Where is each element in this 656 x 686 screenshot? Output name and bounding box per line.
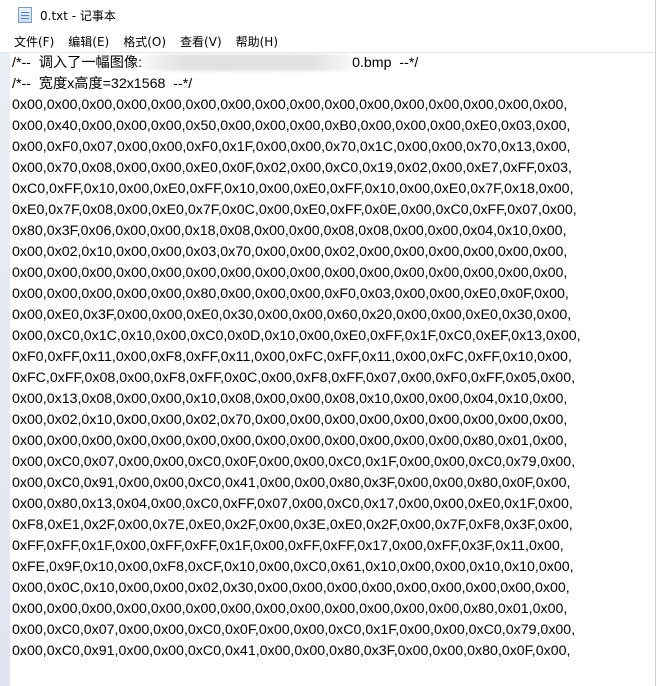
hex-data-line: 0xFC,0xFF,0x08,0x00,0xF8,0xFF,0x0C,0x00,… xyxy=(12,370,576,386)
menu-edit[interactable]: 编辑(E) xyxy=(62,31,115,52)
notepad-window: 0.txt - 记事本 文件(F) 编辑(E) 格式(O) 查看(V) 帮助(H… xyxy=(0,0,656,686)
hex-data-line: 0xF0,0xFF,0x11,0x00,0xF8,0xFF,0x11,0x00,… xyxy=(12,349,572,365)
header-suffix: 0.bmp --*/ xyxy=(352,55,419,71)
menu-view[interactable]: 查看(V) xyxy=(174,31,228,52)
hex-data-line: 0x00,0xF0,0x07,0x00,0x00,0xF0,0x1F,0x00,… xyxy=(12,139,571,155)
hex-data-line: 0x00,0xE0,0x3F,0x00,0x00,0xE0,0x30,0x00,… xyxy=(12,307,572,323)
hex-data-line: 0x00,0x00,0x00,0x00,0x00,0x00,0x00,0x00,… xyxy=(12,97,568,113)
text-editor[interactable]: /*-- 调入了一幅图像: 0.bmp --*/ /*-- 宽度x高度=32x15… xyxy=(10,53,656,686)
background-window-strip xyxy=(0,53,10,686)
redacted-path xyxy=(142,53,353,71)
hex-data-line: 0x00,0x00,0x00,0x00,0x00,0x00,0x00,0x00,… xyxy=(12,265,568,281)
hex-data-line: 0x00,0x40,0x00,0x00,0x00,0x50,0x00,0x00,… xyxy=(12,118,571,134)
menu-bar: 文件(F) 编辑(E) 格式(O) 查看(V) 帮助(H) xyxy=(0,30,656,52)
header-prefix: /*-- 调入了一幅图像: xyxy=(12,55,143,71)
menu-format[interactable]: 格式(O) xyxy=(117,31,172,52)
window-title: 0.txt - 记事本 xyxy=(40,8,116,23)
hex-data-line: 0xC0,0xFF,0x10,0x00,0xE0,0xFF,0x10,0x00,… xyxy=(12,181,574,197)
hex-data-line: 0x00,0xC0,0x1C,0x10,0x00,0xC0,0x0D,0x10,… xyxy=(12,328,581,344)
header-line-size: /*-- 宽度x高度=32x1568 --*/ xyxy=(12,76,193,92)
hex-data-line: 0x00,0xC0,0x91,0x00,0x00,0xC0,0x41,0x00,… xyxy=(12,475,571,491)
header-line-image: /*-- 调入了一幅图像: 0.bmp --*/ xyxy=(12,53,418,74)
hex-data-line: 0xE0,0x7F,0x08,0x00,0xE0,0x7F,0x0C,0x00,… xyxy=(12,202,577,218)
hex-data-line: 0xFE,0x9F,0x10,0x00,0xF8,0xCF,0x10,0x00,… xyxy=(12,559,574,575)
title-bar[interactable]: 0.txt - 记事本 xyxy=(0,0,656,30)
hex-data-line: 0x00,0x02,0x10,0x00,0x00,0x03,0x70,0x00,… xyxy=(12,244,568,260)
hex-data-line: 0x00,0x02,0x10,0x00,0x00,0x02,0x70,0x00,… xyxy=(12,412,568,428)
hex-data-line: 0x80,0x3F,0x06,0x00,0x00,0x18,0x08,0x00,… xyxy=(12,223,567,239)
hex-data-line: 0x00,0xC0,0x91,0x00,0x00,0xC0,0x41,0x00,… xyxy=(12,643,571,659)
notepad-icon xyxy=(18,7,32,23)
hex-data-line: 0x00,0x00,0x00,0x00,0x00,0x00,0x00,0x00,… xyxy=(12,433,568,449)
hex-data-line: 0x00,0x00,0x00,0x00,0x00,0x00,0x00,0x00,… xyxy=(12,601,568,617)
hex-data-line: 0x00,0x00,0x00,0x00,0x00,0x80,0x00,0x00,… xyxy=(12,286,569,302)
hex-data-line: 0x00,0x13,0x08,0x00,0x00,0x10,0x08,0x00,… xyxy=(12,391,568,407)
hex-data-line: 0x00,0xC0,0x07,0x00,0x00,0xC0,0x0F,0x00,… xyxy=(12,622,576,638)
hex-data-line: 0x00,0xC0,0x07,0x00,0x00,0xC0,0x0F,0x00,… xyxy=(12,454,576,470)
hex-data-line: 0x00,0x70,0x08,0x00,0x00,0xE0,0x0F,0x02,… xyxy=(12,160,572,176)
hex-data-line: 0xF8,0xE1,0x2F,0x00,0x7E,0xE0,0x2F,0x00,… xyxy=(12,517,573,533)
menu-file[interactable]: 文件(F) xyxy=(8,31,60,52)
menu-help[interactable]: 帮助(H) xyxy=(230,31,284,52)
hex-data-line: 0x00,0x80,0x13,0x04,0x00,0xC0,0xFF,0x07,… xyxy=(12,496,573,512)
hex-data-line: 0xFF,0xFF,0x1F,0x00,0xFF,0xFF,0x1F,0x00,… xyxy=(12,538,564,554)
hex-data-line: 0x00,0x0C,0x10,0x00,0x00,0x02,0x30,0x00,… xyxy=(12,580,570,596)
